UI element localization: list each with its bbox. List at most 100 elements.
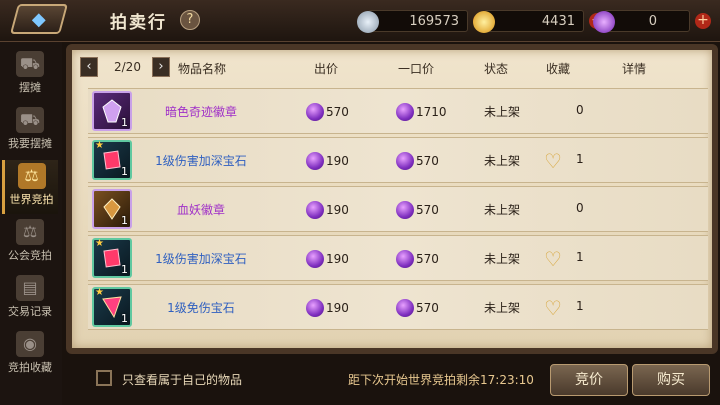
item-quantity: 1 [121,165,128,178]
guild-scale-icon: ⚖ [16,219,44,245]
own-items-checkbox[interactable] [96,370,112,386]
buyout-price: 570 [396,248,439,268]
table-header: 物品名称 出价 一口价 状态 收藏 详情 [76,56,706,80]
purple-gem-icon [396,249,414,268]
favorite-count: 1 [576,152,584,166]
tab-auction-favorites[interactable]: ◉ 竞拍收藏 [2,328,58,382]
table-row[interactable]: 1 暗色奇迹徽章 570 1710 未上架 0 [88,88,708,134]
table-row[interactable]: ★ 1 1级伤害加深宝石 190 570 未上架 ♡ 1 [88,137,708,183]
gem-currency: 0 + [593,10,711,33]
buyout-value: 1710 [416,104,447,119]
favorite-count: 1 [576,299,584,313]
item-icon-frame[interactable]: ★ 1 [92,140,132,180]
tab-my-stall[interactable]: ⛟ 我要摆摊 [2,104,58,158]
bid-price: 190 [306,297,349,317]
item-quantity: 1 [121,116,128,129]
gold-coin-icon [473,11,495,33]
item-name: 1级伤害加深宝石 [155,154,247,168]
status-label: 未上架 [484,252,521,266]
gold-value: 4431 [541,14,575,29]
scale-icon: ⚖ [17,163,46,189]
buyout-value: 570 [416,153,439,168]
tab-stall[interactable]: ⛟ 摆摊 [2,48,58,102]
bid-price: 190 [306,248,349,268]
top-bar: ◆ 拍卖行 ? 169573 + 4431 + 0 + [0,0,720,42]
col-favorite: 收藏 [546,62,571,76]
status-label: 未上架 [484,203,521,217]
col-detail: 详情 [622,62,647,76]
add-gem-button[interactable]: + [695,13,711,29]
purple-gem-icon [306,102,324,121]
purple-gem-icon [306,200,324,219]
bid-value: 190 [326,202,349,217]
own-items-label: 只查看属于自己的物品 [122,373,243,387]
sidebar: ⛟ 摆摊 ⛟ 我要摆摊 ⚖ 世界竞拍 ⚖ 公会竞拍 ▤ 交易记录 ◉ 竞拍收藏 [0,42,62,405]
purple-gem-icon [396,298,414,317]
bid-value: 190 [326,153,349,168]
cart-icon: ⛟ [16,51,44,77]
item-icon-frame[interactable]: 1 [92,189,132,229]
heart-icon[interactable]: ♡ [544,296,562,320]
buyout-price: 1710 [396,101,447,121]
buyout-price: 570 [396,150,439,170]
bid-value: 570 [326,104,349,119]
diamond-icon: ◆ [32,8,46,30]
page-title: 拍卖行 [110,13,167,33]
gem-value: 0 [648,14,657,29]
silver-coin-icon [357,11,379,33]
item-name: 血妖徽章 [176,203,225,217]
table-row[interactable]: 1 血妖徽章 190 570 未上架 0 [88,186,708,232]
tab-label: 公会竞拍 [8,249,52,262]
buyout-value: 570 [416,251,439,266]
record-icon: ▤ [16,275,44,301]
tab-label: 交易记录 [8,305,52,318]
tab-label: 竞拍收藏 [8,361,52,374]
tab-label: 世界竞拍 [9,193,54,206]
item-icon-frame[interactable]: ★ 1 [92,287,132,327]
help-button[interactable]: ? [180,10,200,30]
tab-trade-record[interactable]: ▤ 交易记录 [2,272,58,326]
favorite-count: 1 [576,250,584,264]
status-label: 未上架 [484,301,521,315]
tab-label: 我要摆摊 [8,137,52,150]
purple-gem-icon [593,11,615,33]
silver-currency: 169573 + [357,10,489,33]
item-name: 暗色奇迹徽章 [164,105,237,119]
status-label: 未上架 [484,154,521,168]
bid-price: 190 [306,199,349,219]
item-name: 1级伤害加深宝石 [155,252,247,266]
status-label: 未上架 [484,105,521,119]
col-status: 状态 [484,62,509,76]
buyout-value: 570 [416,300,439,315]
buyout-price: 570 [396,297,439,317]
favorite-icon: ◉ [16,331,44,357]
tab-world-auction[interactable]: ⚖ 世界竞拍 [2,160,58,214]
favorite-count: 0 [576,103,584,117]
favorite-count: 0 [576,201,584,215]
purple-gem-icon [306,298,324,317]
footer: 只查看属于自己的物品 距下次开始世界竞拍剩余17:23:10 竞价 购买 [66,358,720,405]
gold-currency: 4431 + [473,10,605,33]
bid-price: 570 [306,101,349,121]
bid-price: 190 [306,150,349,170]
back-button[interactable]: ◆ [9,4,69,34]
heart-icon[interactable]: ♡ [544,149,562,173]
heart-icon[interactable]: ♡ [544,247,562,271]
purple-gem-icon [306,249,324,268]
purple-gem-icon [396,102,414,121]
tab-guild-auction[interactable]: ⚖ 公会竞拍 [2,216,58,270]
col-bid: 出价 [314,62,339,76]
item-icon-frame[interactable]: 1 [92,91,132,131]
buy-button[interactable]: 购买 [632,364,710,396]
bid-value: 190 [326,251,349,266]
silver-value: 169573 [409,14,459,29]
table-row[interactable]: ★ 1 1级免伤宝石 190 570 未上架 ♡ 1 [88,284,708,330]
purple-gem-icon [306,151,324,170]
table-row[interactable]: ★ 1 1级伤害加深宝石 190 570 未上架 ♡ 1 [88,235,708,281]
purple-gem-icon [396,200,414,219]
buyout-price: 570 [396,199,439,219]
item-icon-frame[interactable]: ★ 1 [92,238,132,278]
item-quantity: 1 [121,214,128,227]
bid-button[interactable]: 竞价 [550,364,628,396]
col-item-name: 物品名称 [178,62,227,76]
